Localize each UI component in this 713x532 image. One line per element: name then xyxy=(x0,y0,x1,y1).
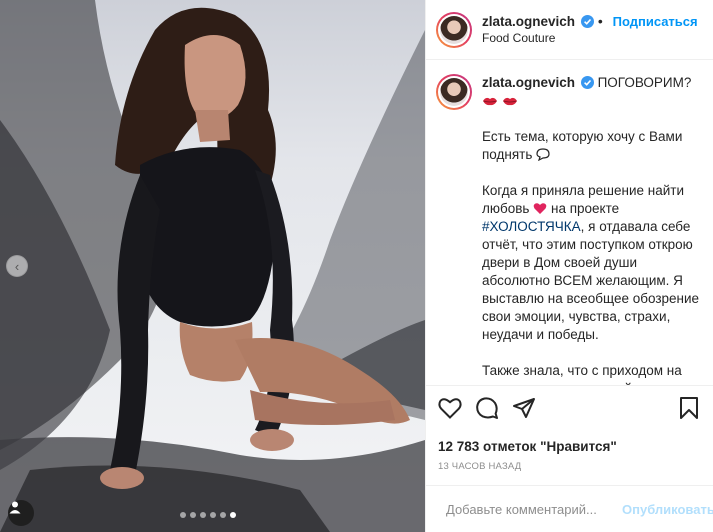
avatar[interactable] xyxy=(436,74,472,110)
heart-icon xyxy=(438,397,462,419)
lips-emoji-icon xyxy=(502,97,517,106)
carousel-dot xyxy=(230,512,236,518)
verified-badge-icon xyxy=(580,14,594,28)
chevron-left-icon: ‹ xyxy=(14,258,20,274)
hashtag-link[interactable]: #ХОЛОСТЯЧКА xyxy=(482,219,581,234)
username-link[interactable]: zlata.ognevich xyxy=(482,75,575,90)
carousel-dot xyxy=(180,512,186,518)
post-timestamp[interactable]: 13 ЧАСОВ НАЗАД xyxy=(426,454,713,472)
save-button[interactable] xyxy=(675,394,703,422)
action-bar xyxy=(426,385,713,429)
heart-emoji-icon xyxy=(533,203,547,214)
share-button[interactable] xyxy=(510,394,538,422)
bookmark-icon xyxy=(680,396,698,419)
caption-paragraph: , я отдавала себе отчёт, что этим поступ… xyxy=(482,219,700,342)
carousel-dot xyxy=(210,512,216,518)
post-side-panel: zlata.ognevich • Подписаться Food Coutur… xyxy=(425,0,713,532)
follow-button[interactable]: Подписаться xyxy=(613,14,698,29)
caption-paragraph: Есть тема, которую хочу с Вами поднять xyxy=(482,129,683,162)
carousel-indicator xyxy=(180,512,236,518)
comment-icon xyxy=(476,396,498,419)
speech-bubble-emoji-icon xyxy=(536,148,550,161)
publish-button[interactable]: Опубликовать xyxy=(622,502,713,517)
post-header: zlata.ognevich • Подписаться Food Coutur… xyxy=(426,0,713,60)
likes-count[interactable]: 12 783 отметок "Нравится" xyxy=(426,429,713,454)
user-tag-icon xyxy=(9,501,21,514)
comment-form: Опубликовать xyxy=(426,485,713,532)
caption-title: ПОГОВОРИМ? xyxy=(597,75,692,90)
share-icon xyxy=(513,397,535,418)
carousel-dot xyxy=(190,512,196,518)
carousel-dot xyxy=(220,512,226,518)
user-tag-button[interactable] xyxy=(8,500,34,526)
location-link[interactable]: Food Couture xyxy=(482,30,698,47)
comment-input[interactable] xyxy=(446,501,622,517)
caption-paragraph: Также знала, что с приходом на проект, я… xyxy=(482,363,682,385)
carousel-prev-button[interactable]: ‹ xyxy=(6,255,28,277)
photo-illustration xyxy=(0,0,425,532)
username-link[interactable]: zlata.ognevich xyxy=(482,14,575,29)
carousel-dot xyxy=(200,512,206,518)
comment-button[interactable] xyxy=(473,394,501,422)
avatar[interactable] xyxy=(436,11,472,48)
lips-emoji-icon xyxy=(483,97,497,106)
caption-paragraph: на проекте xyxy=(550,201,620,216)
like-button[interactable] xyxy=(436,394,464,422)
post-photo[interactable]: ‹ xyxy=(0,0,425,532)
caption-area[interactable]: zlata.ognevich ПОГОВОРИМ? Есть тема, кот… xyxy=(426,60,713,385)
verified-badge-icon xyxy=(580,76,594,89)
